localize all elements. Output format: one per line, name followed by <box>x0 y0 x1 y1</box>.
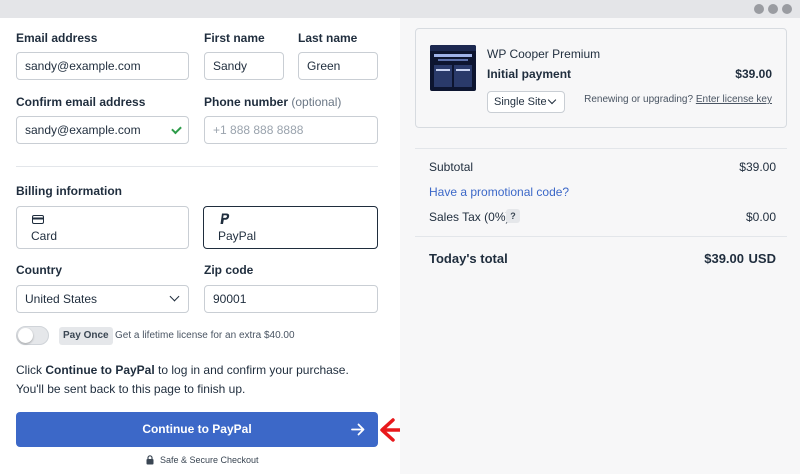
order-summary: WP Cooper Premium Initial payment $39.00… <box>400 18 800 474</box>
country-select[interactable]: United States <box>16 285 189 313</box>
total-divider <box>415 236 787 237</box>
product-thumbnail <box>430 45 476 91</box>
credit-card-icon <box>32 215 44 224</box>
email-field[interactable]: sandy@example.com <box>16 52 189 80</box>
last-name-field[interactable]: Green <box>298 52 378 80</box>
billing-label: Billing information <box>16 184 122 198</box>
payment-method-paypal[interactable]: PayPal <box>203 206 378 249</box>
phone-label-text: Phone number <box>204 95 289 109</box>
secure-checkout-text: Safe & Secure Checkout <box>160 455 259 465</box>
enter-license-key-link[interactable]: Enter license key <box>696 94 772 105</box>
promo-code-link[interactable]: Have a promotional code? <box>429 185 569 199</box>
site-plan-select[interactable]: Single Site <box>487 91 565 113</box>
product-card: WP Cooper Premium Initial payment $39.00… <box>415 28 787 128</box>
first-name-field[interactable]: Sandy <box>204 52 284 80</box>
lifetime-offer-text: Get a lifetime license for an extra $40.… <box>115 330 295 341</box>
renew-prompt-text: Renewing or upgrading? <box>584 94 694 105</box>
chevron-down-icon <box>547 95 557 105</box>
todays-total-value: $39.00 <box>704 251 744 266</box>
continue-to-paypal-button[interactable]: Continue to PayPal <box>16 412 378 447</box>
pay-once-toggle[interactable] <box>16 326 49 345</box>
pay-once-badge: Pay Once <box>59 327 113 345</box>
product-image-icon <box>430 45 476 87</box>
last-name-label: Last name <box>298 31 358 45</box>
todays-total-label: Today's total <box>429 251 508 266</box>
todays-total-currency: USD <box>748 251 776 266</box>
paypal-icon <box>220 213 230 224</box>
country-select-value: United States <box>25 292 98 306</box>
zip-field[interactable]: 90001 <box>204 285 378 313</box>
product-name: WP Cooper Premium <box>487 47 601 61</box>
phone-label: Phone number (optional) <box>204 95 341 109</box>
help-icon[interactable]: ? <box>506 209 520 223</box>
check-icon <box>171 123 182 135</box>
first-name-label: First name <box>204 31 265 45</box>
instructions-bold: Continue to PayPal <box>45 363 155 377</box>
checkout-form: Email address sandy@example.com First na… <box>0 18 450 474</box>
chevron-down-icon <box>169 291 180 302</box>
paypal-instructions: Click Continue to PayPal to log in and c… <box>16 361 376 399</box>
toggle-knob <box>18 328 33 343</box>
summary-divider <box>415 148 787 149</box>
lock-icon <box>146 455 154 465</box>
sales-tax-label: Sales Tax (0%) <box>429 210 510 224</box>
window-maximize-button[interactable] <box>768 4 778 14</box>
payment-method-card[interactable]: Card <box>16 206 189 249</box>
confirm-email-label: Confirm email address <box>16 95 146 109</box>
sales-tax-value: $0.00 <box>745 210 776 224</box>
arrow-right-icon <box>351 423 365 436</box>
subtotal-value: $39.00 <box>739 160 776 174</box>
confirm-email-field[interactable]: sandy@example.com <box>16 116 189 144</box>
payment-method-paypal-label: PayPal <box>218 229 257 243</box>
country-label: Country <box>16 263 62 277</box>
window-close-button[interactable] <box>782 4 792 14</box>
subtotal-label: Subtotal <box>429 160 474 174</box>
initial-payment-price: $39.00 <box>735 67 772 81</box>
zip-label: Zip code <box>204 263 254 277</box>
window-minimize-button[interactable] <box>754 4 764 14</box>
continue-to-paypal-label: Continue to PayPal <box>142 422 252 436</box>
payment-method-card-label: Card <box>31 229 58 243</box>
initial-payment-label: Initial payment <box>487 67 572 81</box>
window-titlebar <box>0 0 800 18</box>
form-divider <box>16 166 378 167</box>
email-label: Email address <box>16 31 98 45</box>
instructions-prefix: Click <box>16 363 46 377</box>
phone-optional-text: (optional) <box>291 95 342 109</box>
site-plan-value: Single Site <box>494 96 547 108</box>
phone-field[interactable]: +1 888 888 8888 <box>204 116 378 144</box>
renew-prompt: Renewing or upgrading? Enter license key <box>584 94 772 105</box>
confirm-email-value: sandy@example.com <box>25 123 141 137</box>
